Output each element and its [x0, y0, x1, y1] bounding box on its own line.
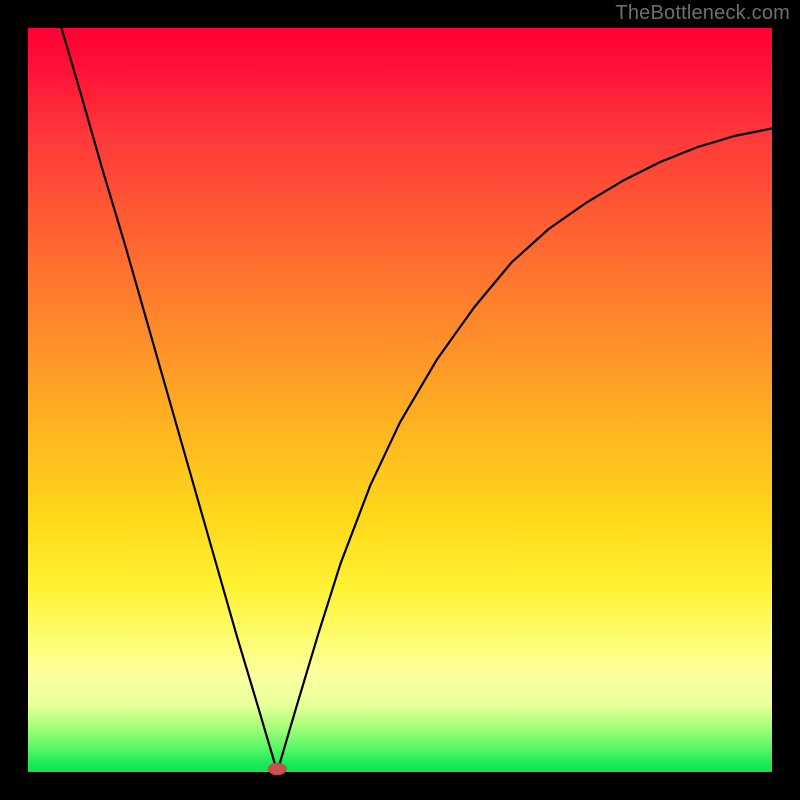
- chart-container: TheBottleneck.com: [0, 0, 800, 800]
- curve-svg: [28, 28, 772, 772]
- minimum-marker: [268, 763, 286, 775]
- bottleneck-curve: [61, 28, 772, 772]
- watermark-text: TheBottleneck.com: [615, 2, 790, 25]
- plot-area: [28, 28, 772, 772]
